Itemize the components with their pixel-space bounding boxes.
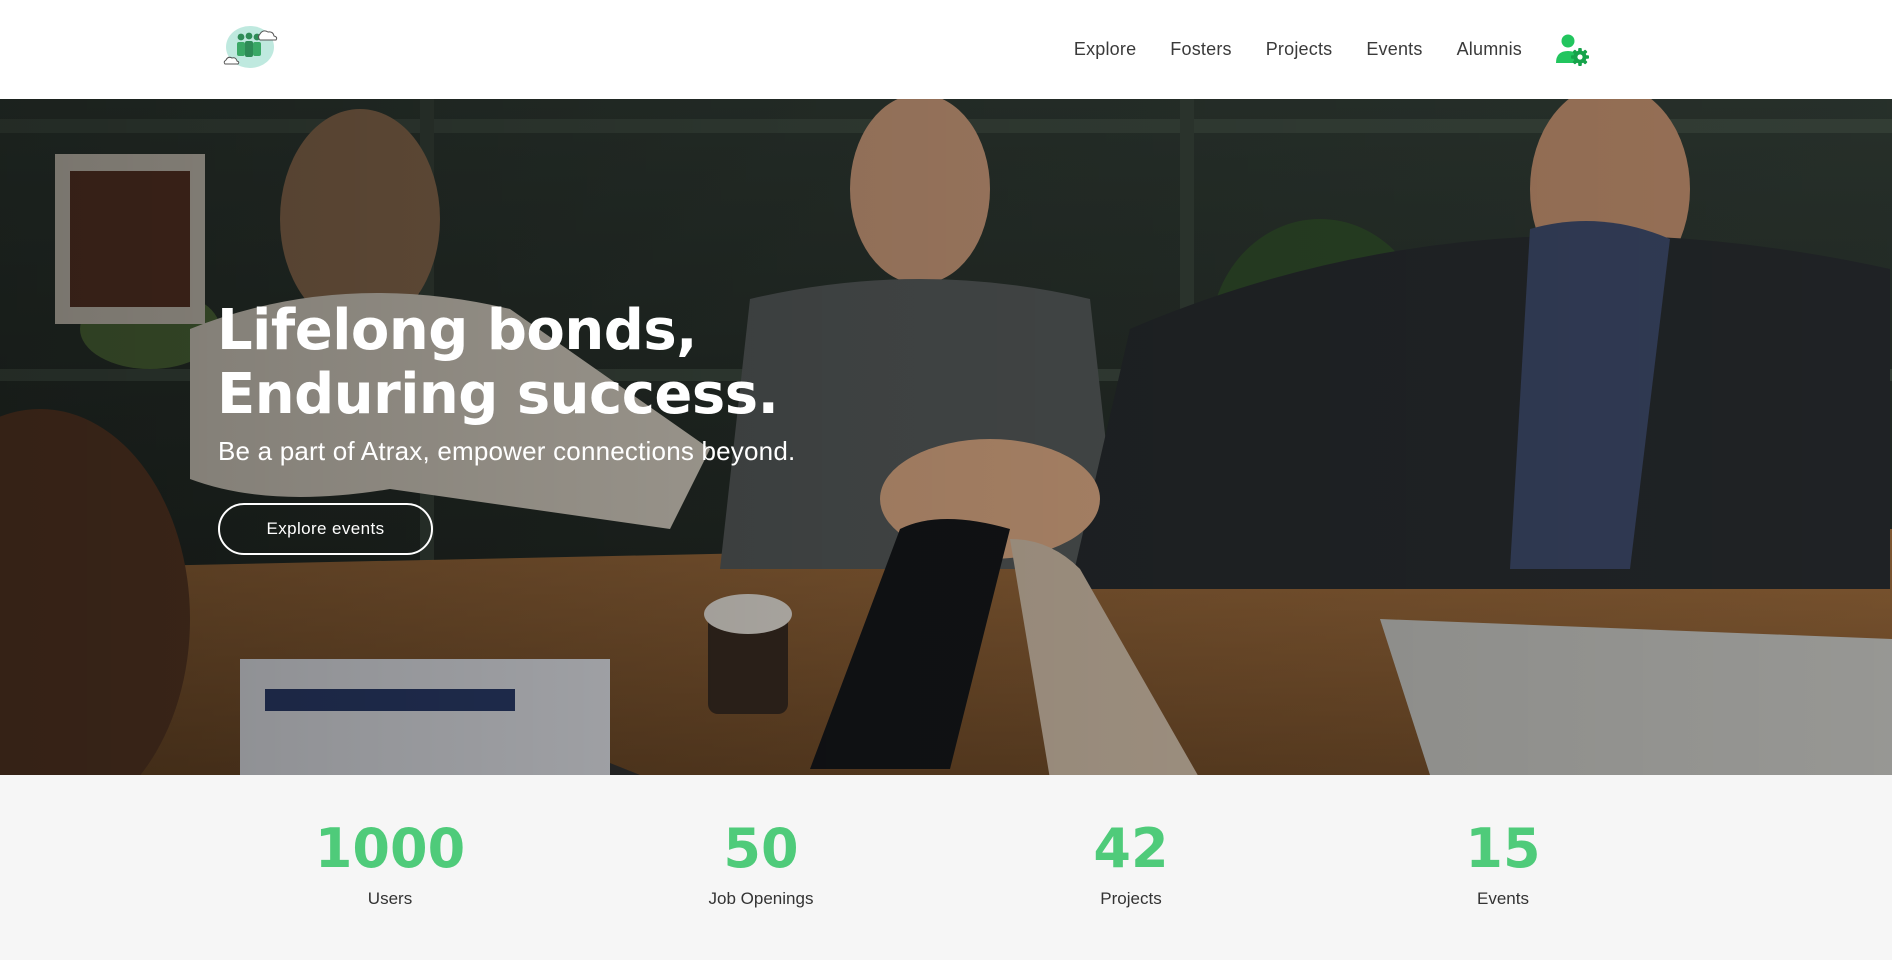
- explore-events-button[interactable]: Explore events: [218, 503, 433, 555]
- stat-label: Projects: [1100, 889, 1162, 908]
- hero-subtitle: Be a part of Atrax, empower connections …: [218, 436, 796, 466]
- stat-value: 15: [1465, 817, 1541, 880]
- nav-alumnis[interactable]: Alumnis: [1457, 39, 1522, 60]
- nav-explore[interactable]: Explore: [1074, 39, 1136, 60]
- stat-events: 15 Events: [1383, 819, 1623, 909]
- team-cloud-logo-icon[interactable]: [220, 22, 282, 74]
- stat-value: 50: [723, 817, 799, 880]
- hero-title-line-2: Enduring success.: [217, 362, 779, 427]
- nav-events[interactable]: Events: [1366, 39, 1422, 60]
- site-header: Explore Fosters Projects Events Alumnis: [0, 0, 1892, 99]
- stat-label: Users: [367, 889, 413, 908]
- stats-section: 1000 Users 50 Job Openings 42 Projects 1…: [0, 775, 1892, 960]
- hero-title: Lifelong bonds, Enduring success.: [217, 299, 1117, 427]
- nav-fosters[interactable]: Fosters: [1170, 39, 1231, 60]
- stat-projects: 42 Projects: [1011, 819, 1251, 909]
- hero-section: Lifelong bonds, Enduring success. Be a p…: [0, 99, 1892, 775]
- main-nav: Explore Fosters Projects Events Alumnis: [1074, 0, 1592, 99]
- user-gear-icon[interactable]: [1552, 30, 1592, 70]
- hero-title-line-1: Lifelong bonds,: [217, 298, 697, 363]
- stat-users: 1000 Users: [270, 819, 510, 909]
- stat-value: 1000: [314, 817, 466, 880]
- stat-label: Events: [1477, 889, 1529, 908]
- stat-value: 42: [1093, 817, 1169, 880]
- stat-label: Job Openings: [708, 889, 814, 908]
- stat-job-openings: 50 Job Openings: [641, 819, 881, 909]
- nav-projects[interactable]: Projects: [1266, 39, 1333, 60]
